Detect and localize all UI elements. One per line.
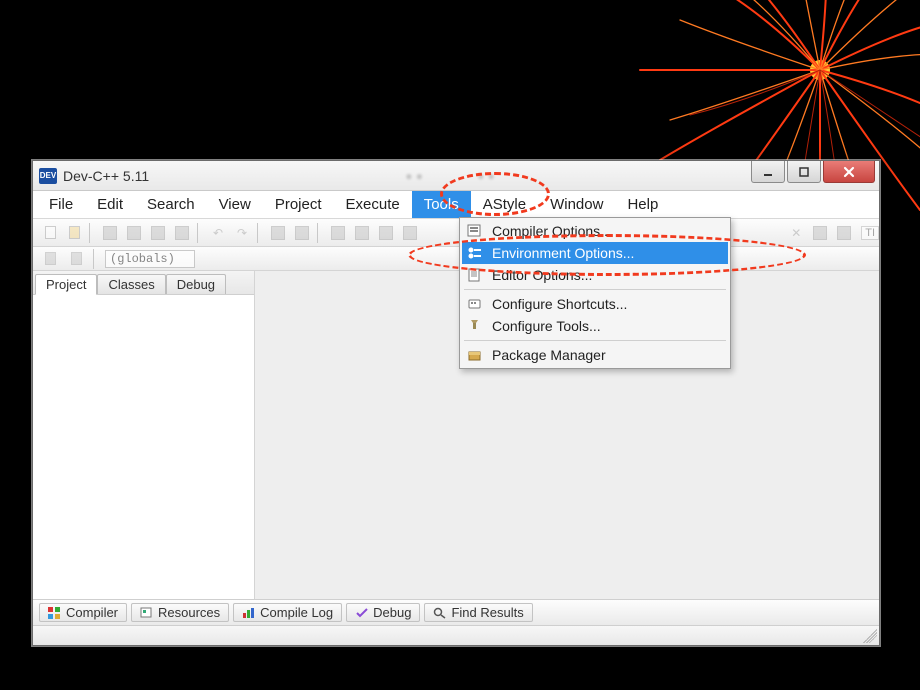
menu-window[interactable]: Window xyxy=(538,191,615,218)
window-title: Dev-C++ 5.11 xyxy=(63,168,149,184)
menu-item-configure-shortcuts[interactable]: Configure Shortcuts... xyxy=(462,293,728,315)
side-panel: Project Classes Debug xyxy=(33,271,255,599)
check-icon xyxy=(355,607,369,619)
toolbar-button[interactable] xyxy=(171,223,193,243)
toolbar-button[interactable] xyxy=(809,223,831,243)
toolbar-end-label: TI xyxy=(861,226,879,240)
menu-item-configure-tools[interactable]: Configure Tools... xyxy=(462,315,728,337)
menu-separator xyxy=(464,340,726,341)
toolbar-button[interactable] xyxy=(123,223,145,243)
menu-bar: File Edit Search View Project Execute To… xyxy=(33,191,879,219)
menu-item-environment-options[interactable]: Environment Options... xyxy=(462,242,728,264)
tab-debug[interactable]: Debug xyxy=(166,274,226,294)
bottom-tab-label: Debug xyxy=(373,605,411,620)
bottom-tab-label: Compile Log xyxy=(260,605,333,620)
open-button[interactable] xyxy=(63,223,85,243)
undo-button[interactable]: ↶ xyxy=(207,223,229,243)
menu-edit[interactable]: Edit xyxy=(85,191,135,218)
bottom-tab-compiler[interactable]: Compiler xyxy=(39,603,127,622)
menu-item-editor-options[interactable]: Editor Options... xyxy=(462,264,728,286)
title-bar[interactable]: DEV Dev-C++ 5.11 ● ●● ● xyxy=(33,161,879,191)
close-button[interactable] xyxy=(823,161,875,183)
tab-project[interactable]: Project xyxy=(35,274,97,295)
toolbar-button[interactable] xyxy=(833,223,855,243)
menu-item-label: Package Manager xyxy=(492,347,606,363)
toolbar-button[interactable]: ✕ xyxy=(785,223,807,243)
toolbar2-button[interactable] xyxy=(65,249,87,269)
tab-classes[interactable]: Classes xyxy=(97,274,165,294)
shortcuts-icon xyxy=(466,296,484,312)
editor-options-icon xyxy=(466,267,484,283)
toolbar-button[interactable] xyxy=(399,223,421,243)
environment-options-icon xyxy=(466,245,484,261)
bottom-tab-label: Resources xyxy=(158,605,220,620)
secondary-toolbar: (globals) xyxy=(33,247,879,271)
toolbar-button[interactable] xyxy=(291,223,313,243)
menu-item-label: Environment Options... xyxy=(492,245,634,261)
menu-tools[interactable]: Tools xyxy=(412,191,471,218)
toolbar-button[interactable] xyxy=(99,223,121,243)
grid-icon xyxy=(48,607,62,619)
resize-grip-icon[interactable] xyxy=(863,629,877,643)
menu-view[interactable]: View xyxy=(207,191,263,218)
tools-dropdown: Compiler Options... Environment Options.… xyxy=(459,217,731,369)
toolbar-button[interactable] xyxy=(327,223,349,243)
bottom-tab-debug[interactable]: Debug xyxy=(346,603,420,622)
title-blur-decor: ● ●● ● xyxy=(149,169,751,183)
menu-astyle[interactable]: AStyle xyxy=(471,191,538,218)
project-tree[interactable] xyxy=(33,295,254,599)
menu-execute[interactable]: Execute xyxy=(334,191,412,218)
toolbar-button[interactable] xyxy=(375,223,397,243)
menu-item-label: Configure Shortcuts... xyxy=(492,296,627,312)
globals-combo[interactable]: (globals) xyxy=(105,250,195,268)
menu-project[interactable]: Project xyxy=(263,191,334,218)
bottom-tab-compile-log[interactable]: Compile Log xyxy=(233,603,342,622)
main-toolbar: ↶ ↷ ✕ TI xyxy=(33,219,879,247)
bottom-tab-label: Find Results xyxy=(451,605,523,620)
app-window: DEV Dev-C++ 5.11 ● ●● ● File Edit Search… xyxy=(32,160,880,646)
menu-search[interactable]: Search xyxy=(135,191,207,218)
minimize-button[interactable] xyxy=(751,161,785,183)
toolbar2-button[interactable] xyxy=(39,249,61,269)
search-icon xyxy=(433,607,447,619)
bottom-tab-find-results[interactable]: Find Results xyxy=(424,603,532,622)
toolbar-button[interactable] xyxy=(351,223,373,243)
toolbar-button[interactable] xyxy=(147,223,169,243)
resources-icon xyxy=(140,607,154,619)
package-manager-icon xyxy=(466,347,484,363)
status-bar xyxy=(33,625,879,645)
menu-help[interactable]: Help xyxy=(615,191,670,218)
maximize-button[interactable] xyxy=(787,161,821,183)
menu-item-label: Editor Options... xyxy=(492,267,592,283)
menu-file[interactable]: File xyxy=(37,191,85,218)
toolbar-button[interactable] xyxy=(267,223,289,243)
bottom-tab-label: Compiler xyxy=(66,605,118,620)
side-panel-tabs: Project Classes Debug xyxy=(33,271,254,295)
bottom-panel-tabs: Compiler Resources Compile Log Debug Fin… xyxy=(33,599,879,625)
redo-button[interactable]: ↷ xyxy=(231,223,253,243)
menu-separator xyxy=(464,289,726,290)
compiler-options-icon xyxy=(466,223,484,239)
menu-item-label: Compiler Options... xyxy=(492,223,612,239)
tools-icon xyxy=(466,318,484,334)
bottom-tab-resources[interactable]: Resources xyxy=(131,603,229,622)
bars-icon xyxy=(242,607,256,619)
menu-item-label: Configure Tools... xyxy=(492,318,601,334)
app-icon: DEV xyxy=(39,168,57,184)
menu-item-compiler-options[interactable]: Compiler Options... xyxy=(462,220,728,242)
menu-item-package-manager[interactable]: Package Manager xyxy=(462,344,728,366)
main-body: Project Classes Debug xyxy=(33,271,879,599)
new-file-button[interactable] xyxy=(39,223,61,243)
